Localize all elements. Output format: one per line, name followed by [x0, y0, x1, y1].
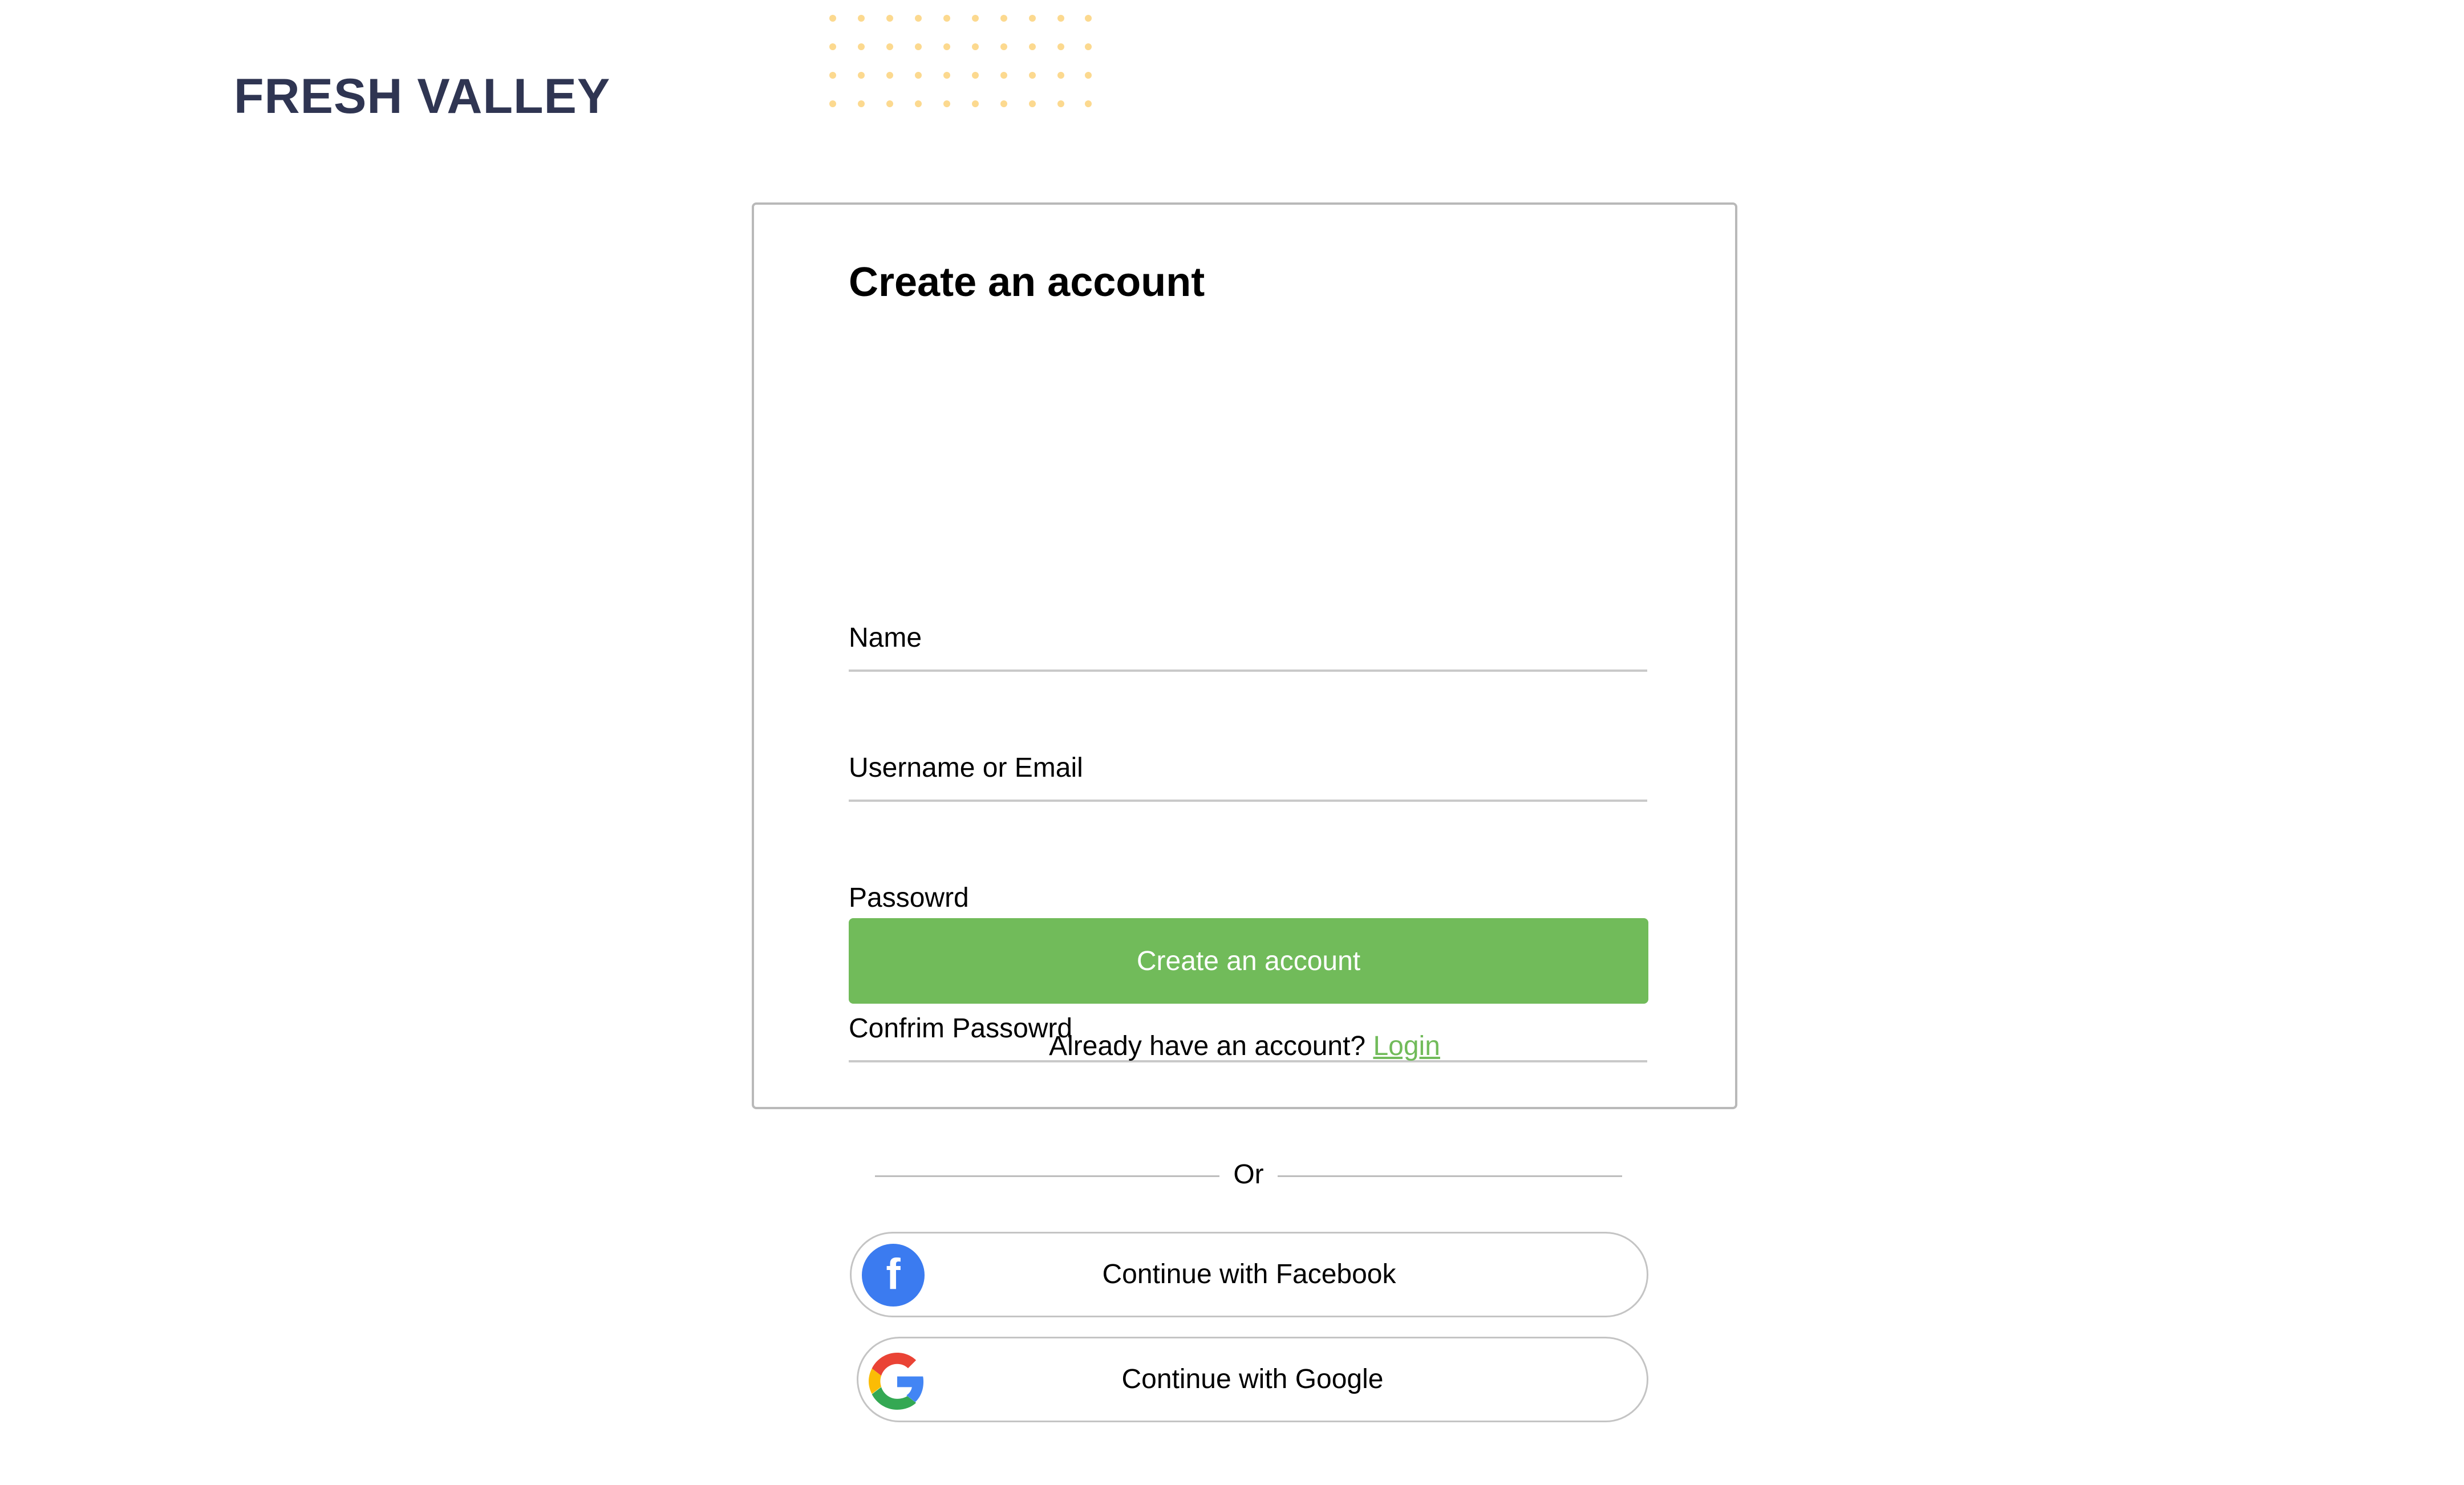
- decorative-dot-pattern: [829, 15, 1092, 107]
- divider-text: Or: [1233, 1159, 1264, 1190]
- brand-logo[interactable]: FRESH VALLEY: [234, 72, 610, 121]
- google-button-label: Continue with Google: [1121, 1364, 1384, 1394]
- create-account-button[interactable]: Create an account: [849, 918, 1648, 1004]
- or-divider: Or: [875, 1159, 1622, 1193]
- form-title: Create an account: [849, 259, 1205, 305]
- continue-with-google-button[interactable]: Continue with Google: [857, 1337, 1648, 1422]
- signup-card: Create an account Create an account Alre…: [752, 202, 1737, 1109]
- name-field-wrapper: [849, 612, 1647, 672]
- name-input[interactable]: [849, 622, 1647, 654]
- username-email-input[interactable]: [849, 752, 1647, 784]
- divider-line-right: [1278, 1175, 1622, 1177]
- facebook-button-label: Continue with Facebook: [1102, 1259, 1396, 1289]
- login-prompt: Already have an account? Login: [754, 1033, 1735, 1060]
- login-link[interactable]: Login: [1373, 1031, 1440, 1061]
- password-input[interactable]: [849, 882, 1647, 914]
- continue-with-facebook-button[interactable]: f Continue with Facebook: [850, 1232, 1648, 1317]
- login-prompt-text: Already have an account?: [1049, 1031, 1366, 1061]
- username-field-wrapper: [849, 742, 1647, 802]
